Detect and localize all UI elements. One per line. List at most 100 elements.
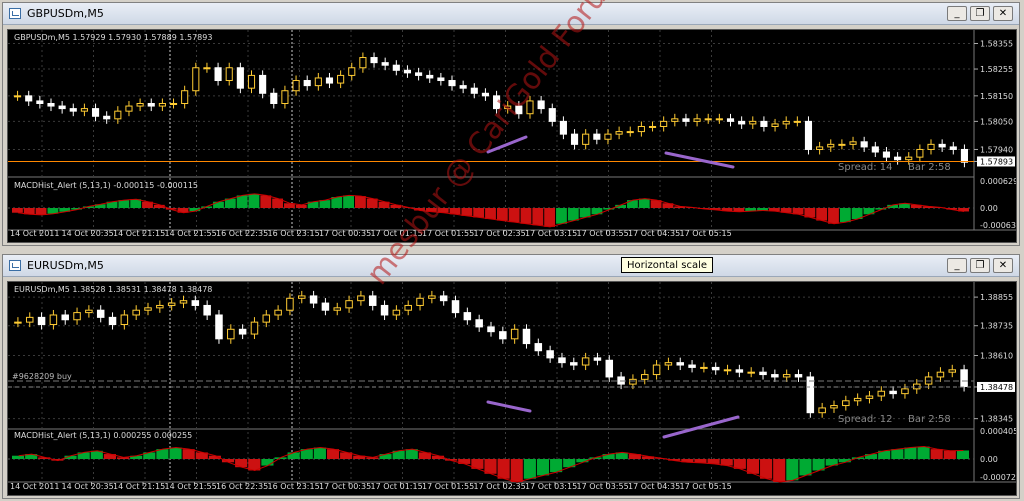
bear-candle — [537, 100, 545, 110]
price-label: 1.58355 — [980, 39, 1013, 48]
bear-candle — [534, 343, 543, 352]
bull-candle — [604, 133, 612, 140]
bear-candle — [960, 148, 968, 163]
bull-candle — [49, 314, 58, 326]
bull-candle — [830, 405, 838, 409]
restore-button[interactable]: ❐ — [970, 6, 990, 21]
macd-bar — [405, 449, 418, 459]
bear-candle — [760, 120, 768, 127]
bull-candle — [247, 74, 256, 89]
time-label: 14 Oct 21:15 — [113, 229, 165, 238]
window-titlebar[interactable]: GBPUSDm,M5 _ ❐ ✕ — [3, 3, 1019, 25]
macd-bar — [118, 200, 130, 208]
bull-candle — [693, 118, 701, 122]
macd-bar — [248, 193, 260, 208]
time-label: 17 Oct 03:55 — [577, 229, 629, 238]
bull-candle — [158, 103, 166, 107]
bear-candle — [688, 364, 696, 368]
bear-candle — [403, 69, 412, 74]
bull-candle — [723, 369, 732, 372]
chart-canvas[interactable]: 1.58355 1.58255 1.58150 1.58050 1.57940 1.578… — [8, 30, 1016, 242]
chart-symbol-label: EURUSDm,M5 1.38528 1.38531 1.38478 1.384… — [14, 285, 212, 294]
macd-label: MACDHist_Alert (5,13,1) 0.000255 0.00025… — [14, 431, 192, 440]
time-label: 14 Oct 21:55 — [165, 482, 217, 491]
macd-bar — [532, 208, 544, 226]
bear-candle — [47, 103, 55, 107]
close-button[interactable]: ✕ — [993, 258, 1013, 273]
bear-candle — [682, 118, 690, 122]
bear-candle — [593, 357, 602, 361]
bull-candle — [203, 67, 211, 70]
bear-candle — [147, 103, 155, 107]
window-titlebar[interactable]: EURUSDm,M5 _ ❐ ✕ — [3, 255, 1019, 277]
price-label: 1.58150 — [980, 92, 1013, 101]
bull-candle — [704, 118, 712, 121]
price-label: 1.38610 — [980, 352, 1013, 361]
chart-canvas[interactable]: #9628209 buy 1.38855 1.38735 1.38610 1.38478… — [8, 282, 1016, 495]
bull-candle — [337, 74, 345, 84]
bear-candle — [804, 120, 813, 150]
bull-candle — [581, 357, 590, 366]
bear-candle — [522, 328, 531, 345]
macd-bar — [956, 450, 969, 459]
bull-candle — [156, 304, 164, 309]
time-label: 16 Oct 23:15 — [268, 229, 320, 238]
macd-scale-label: 0.00 — [980, 455, 998, 464]
bear-candle — [676, 362, 684, 366]
minimize-button[interactable]: _ — [947, 6, 967, 21]
chart-window-eurusd[interactable]: EURUSDm,M5 _ ❐ ✕ #9628209 buy 1.38855 1.38… — [2, 254, 1020, 499]
bull-candle — [816, 146, 824, 150]
bull-candle — [818, 407, 826, 414]
bar-timer-label: Bar 2:58 — [908, 162, 951, 173]
bear-candle — [238, 328, 247, 335]
time-label: 17 Oct 05:15 — [680, 229, 732, 238]
bull-candle — [793, 120, 801, 123]
bull-candle — [615, 131, 623, 135]
macd-scale-label: -0.000726 — [980, 473, 1016, 482]
time-label: 17 Oct 03:55 — [577, 482, 629, 491]
price-label: 1.38478 — [980, 383, 1013, 392]
bear-candle — [392, 64, 400, 71]
bear-candle — [309, 295, 318, 304]
bull-candle — [582, 133, 590, 145]
bull-candle — [250, 321, 259, 335]
time-label: 17 Oct 03:15 — [525, 229, 577, 238]
bear-candle — [69, 108, 77, 112]
bull-candle — [827, 143, 835, 148]
chart-area[interactable]: #9628209 buy 1.38855 1.38735 1.38610 1.38478… — [7, 281, 1017, 496]
bear-candle — [191, 300, 200, 306]
bull-candle — [927, 143, 935, 150]
macd-bar — [236, 195, 248, 208]
bear-candle — [437, 77, 445, 82]
bull-candle — [664, 362, 673, 366]
bear-candle — [726, 118, 735, 122]
time-label: 17 Oct 00:35 — [319, 229, 371, 238]
macd-bar — [496, 208, 508, 221]
bull-candle — [274, 309, 282, 316]
chart-symbol-label: GBPUSDm,M5 1.57929 1.57930 1.57889 1.578… — [14, 33, 212, 42]
minimize-button[interactable]: _ — [947, 258, 967, 273]
bear-candle — [487, 326, 495, 333]
bear-candle — [499, 331, 507, 340]
bull-candle — [948, 369, 957, 373]
time-label: 17 Oct 04:35 — [628, 229, 680, 238]
bull-candle — [281, 90, 289, 105]
macd-bar — [497, 459, 510, 479]
bear-candle — [463, 312, 472, 321]
time-label: 17 Oct 01:15 — [371, 482, 423, 491]
macd-bar — [343, 195, 354, 208]
price-label: 1.38345 — [980, 415, 1013, 424]
bull-candle — [167, 302, 176, 306]
bear-candle — [889, 390, 897, 395]
restore-button[interactable]: ❐ — [970, 258, 990, 273]
macd-bar — [354, 196, 366, 208]
time-label: 16 Oct 22:35 — [216, 482, 268, 491]
bull-candle — [782, 374, 791, 378]
price-label: 1.38855 — [980, 293, 1013, 302]
bear-candle — [103, 115, 111, 120]
bull-candle — [782, 120, 790, 125]
chart-area[interactable]: 1.58355 1.58255 1.58150 1.58050 1.57940 1.578… — [7, 29, 1017, 243]
close-button[interactable]: ✕ — [993, 6, 1013, 21]
time-label: 14 Oct 2011 — [10, 229, 59, 238]
macd-bar — [510, 459, 523, 482]
